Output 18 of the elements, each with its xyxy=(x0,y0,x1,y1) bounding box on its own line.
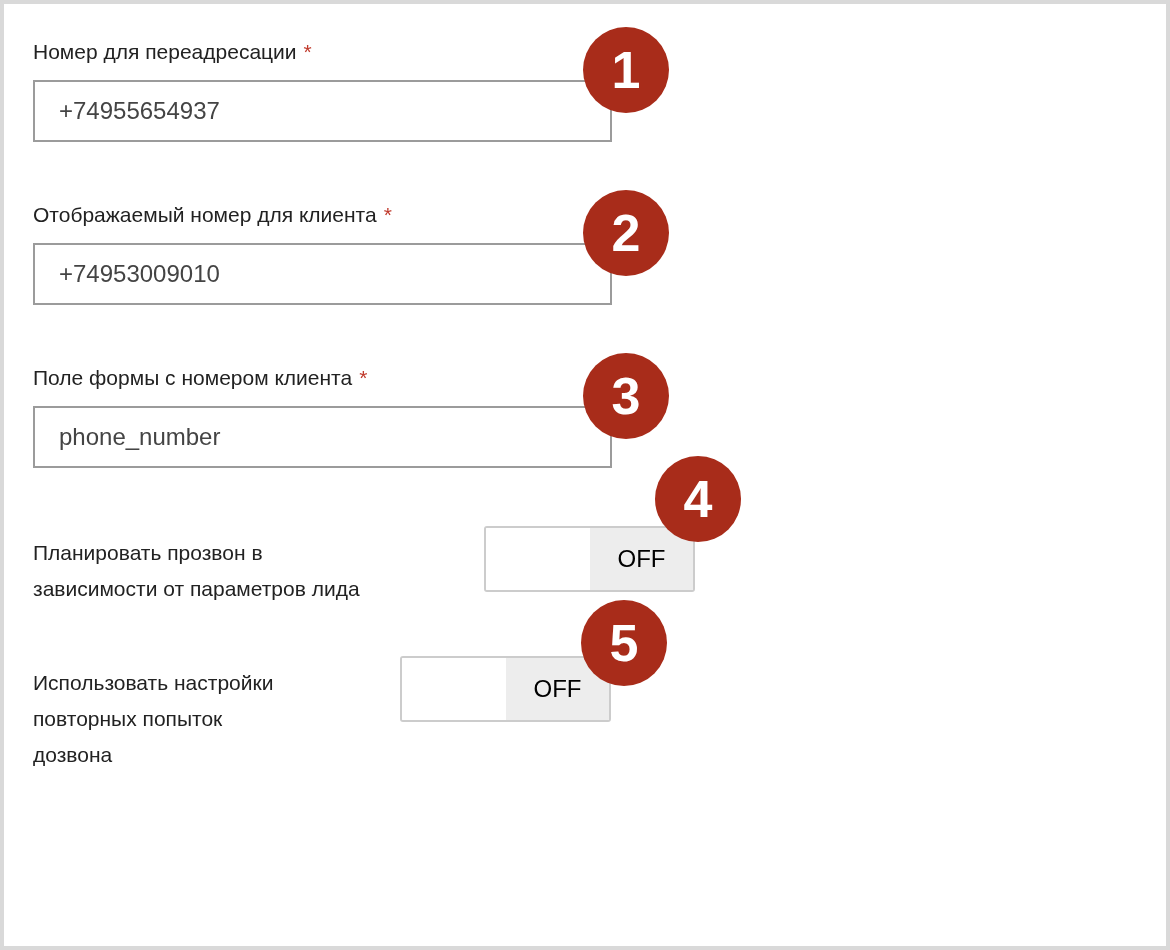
required-mark: * xyxy=(303,40,312,63)
required-mark: * xyxy=(359,366,368,389)
field-label: Отображаемый номер для клиента xyxy=(33,203,377,226)
number-badge: 5 xyxy=(581,600,667,686)
number-badge: 4 xyxy=(655,456,741,542)
input-field[interactable]: +74955654937 xyxy=(33,80,612,142)
number-badge: 1 xyxy=(583,27,669,113)
field-label: Номер для переадресации xyxy=(33,40,297,63)
input-field[interactable]: phone_number xyxy=(33,406,612,468)
number-badge: 3 xyxy=(583,353,669,439)
toggle-label: Планировать прозвон в зависимости от параметров лида xyxy=(33,540,361,602)
input-field[interactable]: +74953009010 xyxy=(33,243,612,305)
toggle-switch[interactable]: OFF xyxy=(400,656,611,722)
required-mark: * xyxy=(383,203,392,226)
toggle-switch[interactable]: OFF xyxy=(484,526,695,592)
toggle-label: Использовать настройки повторных попыток дозвона xyxy=(33,670,275,768)
field-label: Поле формы с номером клиента xyxy=(33,366,353,389)
number-badge: 2 xyxy=(583,190,669,276)
